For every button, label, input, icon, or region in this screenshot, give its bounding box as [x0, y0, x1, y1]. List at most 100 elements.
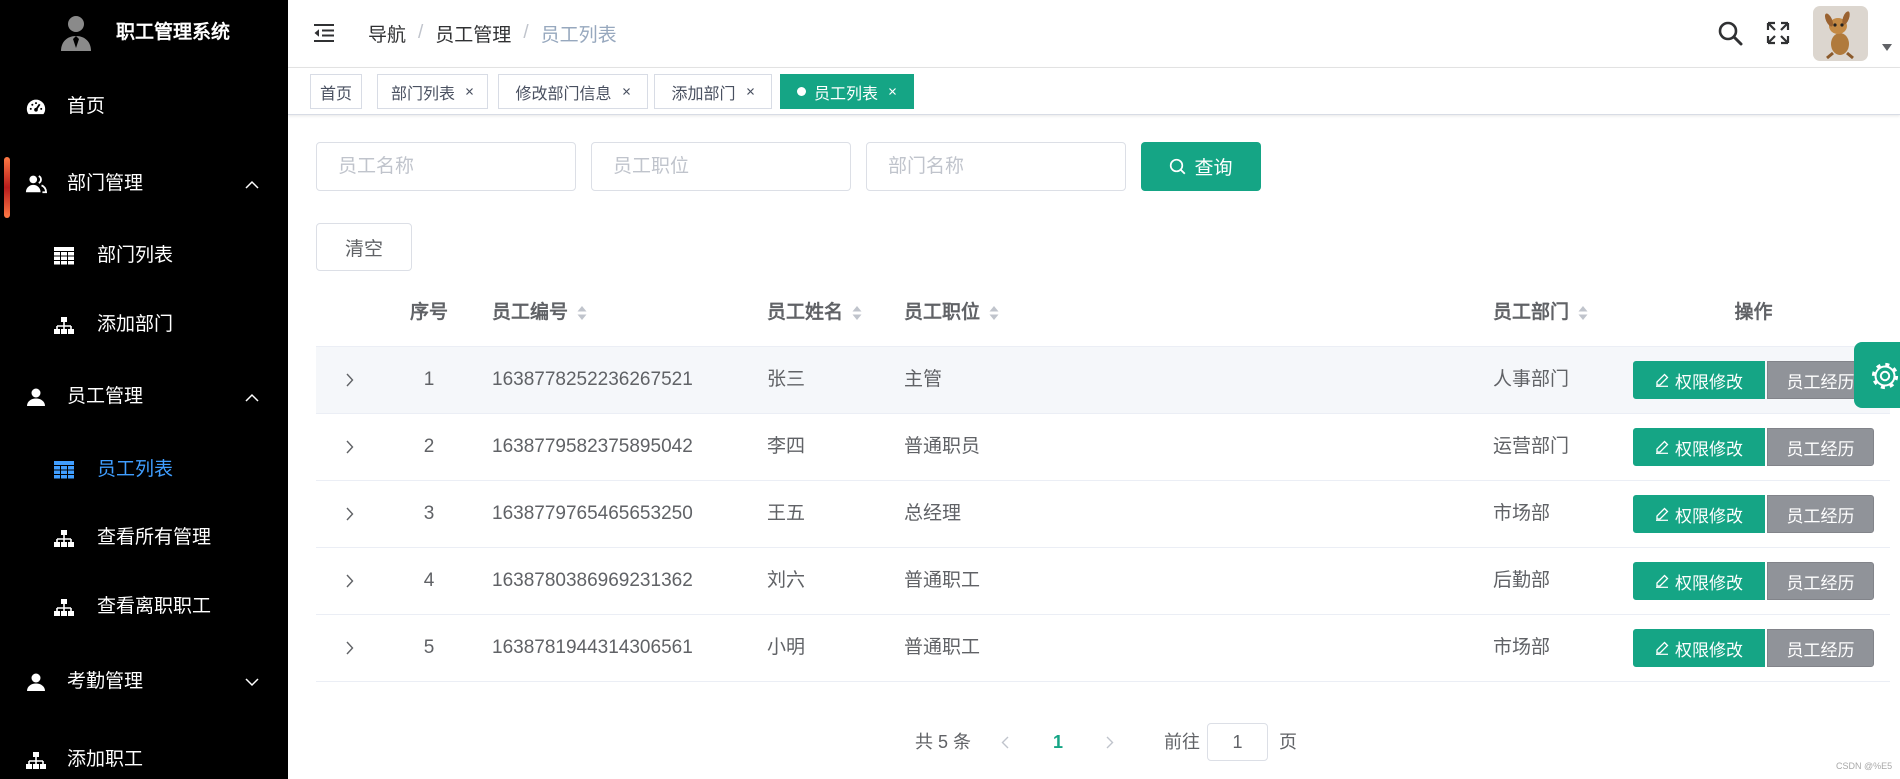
sidebar-item-label: 员工管理	[67, 386, 144, 407]
employee-name-input[interactable]	[316, 142, 576, 191]
column-header-department[interactable]: 员工部门	[1493, 279, 1588, 347]
tab-label: 部门列表	[390, 85, 455, 103]
sort-icon[interactable]	[989, 305, 999, 321]
column-header-position[interactable]: 员工职位	[904, 279, 999, 347]
table-row[interactable]: 4 1638780386969231362 刘六 普通职工 后勤部 权限修改 员…	[316, 548, 1890, 615]
employee-history-label: 员工经历	[1786, 506, 1855, 526]
table-row[interactable]: 3 1638779765465653250 王五 总经理 市场部 权限修改 员工…	[316, 481, 1890, 548]
chevron-down-icon	[245, 678, 259, 687]
close-icon[interactable]	[746, 87, 755, 96]
tab-employee-list[interactable]: 员工列表	[780, 74, 914, 109]
sidebar-item-department-management[interactable]: 部门管理	[0, 151, 288, 217]
chevron-right-icon[interactable]	[344, 507, 356, 521]
top-header: 导航 / 员工管理 / 员工列表	[288, 0, 1900, 68]
employee-position: 主管	[904, 369, 943, 390]
sort-icon[interactable]	[1578, 305, 1588, 321]
app-title: 职工管理系统	[116, 22, 231, 43]
sidebar-item-employee-management[interactable]: 员工管理	[0, 364, 288, 430]
clear-button[interactable]: 清空	[316, 223, 412, 271]
table-icon	[53, 459, 75, 481]
employee-name: 刘六	[767, 570, 806, 591]
tab-label: 添加部门	[671, 85, 736, 103]
app-root: 职工管理系统 首页 部门管理 部门列表 添加部门 员工管理 员工列表 查看所有管…	[0, 0, 1900, 779]
chevron-right-icon[interactable]	[344, 440, 356, 454]
pagination-goto-input[interactable]	[1207, 723, 1268, 761]
employee-position: 普通职工	[904, 570, 981, 591]
table-row[interactable]: 5 1638781944314306561 小明 普通职工 市场部 权限修改 员…	[316, 615, 1890, 682]
employee-history-button[interactable]: 员工经历	[1767, 428, 1874, 466]
employee-id: 1638781944314306561	[492, 637, 693, 658]
edit-permission-button[interactable]: 权限修改	[1633, 629, 1765, 667]
pagination-page-1[interactable]: 1	[1046, 723, 1070, 761]
avatar[interactable]	[1813, 6, 1868, 61]
breadcrumb-item-nav[interactable]: 导航	[368, 20, 406, 47]
row-index: 4	[423, 570, 435, 591]
sidebar-item-add-employee[interactable]: 添加职工	[0, 727, 288, 779]
close-icon[interactable]	[888, 87, 897, 96]
caret-down-icon[interactable]	[1882, 44, 1892, 51]
search-icon[interactable]	[1717, 20, 1743, 46]
employee-logo-icon	[59, 15, 93, 51]
edit-permission-button[interactable]: 权限修改	[1633, 495, 1765, 533]
settings-button[interactable]	[1854, 342, 1900, 408]
edit-icon	[1655, 574, 1669, 588]
close-icon[interactable]	[622, 87, 631, 96]
edit-icon	[1655, 641, 1669, 655]
breadcrumb-separator: /	[523, 22, 529, 43]
department-name-input[interactable]	[866, 142, 1126, 191]
employee-history-button[interactable]: 员工经历	[1767, 495, 1874, 533]
breadcrumb-item-employee-management[interactable]: 员工管理	[435, 20, 511, 47]
sidebar-item-label: 部门列表	[97, 245, 174, 266]
query-button[interactable]: 查询	[1141, 142, 1261, 191]
tab-home[interactable]: 首页	[310, 74, 362, 109]
tab-department-list[interactable]: 部门列表	[377, 74, 488, 109]
chevron-right-icon[interactable]	[344, 373, 356, 387]
employee-history-label: 员工经历	[1786, 640, 1855, 660]
row-index: 2	[423, 436, 435, 457]
chevron-right-icon[interactable]	[344, 641, 356, 655]
sidebar-item-view-all-managers[interactable]: 查看所有管理	[0, 505, 288, 571]
employee-name: 李四	[767, 436, 806, 457]
sidebar-item-attendance-management[interactable]: 考勤管理	[0, 649, 288, 715]
chevron-right-icon[interactable]	[1106, 736, 1114, 749]
column-header-id[interactable]: 员工编号	[492, 279, 587, 347]
edit-permission-button[interactable]: 权限修改	[1633, 428, 1765, 466]
sidebar-item-label: 考勤管理	[67, 671, 144, 692]
sidebar-item-home[interactable]: 首页	[0, 74, 288, 140]
employee-department: 市场部	[1493, 637, 1551, 658]
fullscreen-icon[interactable]	[1766, 21, 1790, 45]
tab-edit-department[interactable]: 修改部门信息	[498, 74, 648, 109]
employee-id: 1638778252236267521	[492, 369, 693, 390]
sort-icon[interactable]	[852, 305, 862, 321]
column-header-label: 员工编号	[492, 302, 569, 323]
query-button-label: 查询	[1194, 158, 1233, 179]
edit-permission-button[interactable]: 权限修改	[1633, 562, 1765, 600]
chevron-left-icon[interactable]	[1001, 736, 1009, 749]
sidebar-item-add-department[interactable]: 添加部门	[0, 292, 288, 358]
row-index: 1	[423, 369, 435, 390]
tab-label: 员工列表	[813, 85, 878, 103]
employee-department: 市场部	[1493, 503, 1551, 524]
tab-label: 首页	[319, 85, 352, 103]
sidebar-item-department-list[interactable]: 部门列表	[0, 223, 288, 289]
table-icon	[53, 245, 75, 267]
sort-icon[interactable]	[577, 305, 587, 321]
employee-position-input[interactable]	[591, 142, 851, 191]
close-icon[interactable]	[465, 87, 474, 96]
employee-history-button[interactable]: 员工经历	[1767, 629, 1874, 667]
chevron-right-icon[interactable]	[344, 574, 356, 588]
menu-fold-icon[interactable]	[313, 23, 335, 43]
table-row[interactable]: 1 1638778252236267521 张三 主管 人事部门 权限修改 员工…	[316, 347, 1890, 414]
employee-history-button[interactable]: 员工经历	[1767, 562, 1874, 600]
edit-permission-button[interactable]: 权限修改	[1633, 361, 1765, 399]
column-header-name[interactable]: 员工姓名	[767, 279, 862, 347]
edit-icon	[1655, 507, 1669, 521]
logo[interactable]: 职工管理系统	[0, 0, 288, 67]
sidebar-item-view-resigned-employees[interactable]: 查看离职职工	[0, 574, 288, 640]
sidebar-item-employee-list[interactable]: 员工列表	[0, 437, 288, 503]
table-row[interactable]: 2 1638779582375895042 李四 普通职员 运营部门 权限修改 …	[316, 414, 1890, 481]
tab-add-department[interactable]: 添加部门	[654, 74, 772, 109]
active-dot-icon	[796, 87, 806, 96]
breadcrumb-separator: /	[418, 22, 424, 43]
edit-permission-label: 权限修改	[1675, 506, 1743, 526]
